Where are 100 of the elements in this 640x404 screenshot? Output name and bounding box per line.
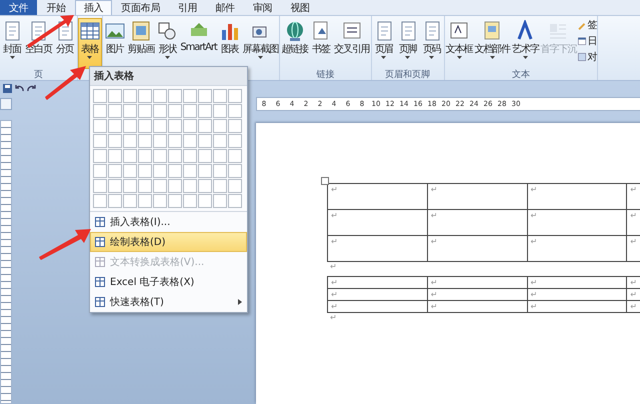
grid-cell[interactable] [213,119,227,133]
ribbon-button[interactable]: 图表 [218,18,242,69]
grid-cell[interactable] [153,104,167,118]
save-icon[interactable] [3,84,12,93]
ribbon-button[interactable]: 书签 [309,18,334,69]
menu-item[interactable]: 绘制表格(D) [90,232,247,252]
redo-icon[interactable] [27,84,36,93]
ribbon-tab[interactable]: 文件 [0,0,38,15]
grid-cell[interactable] [183,89,197,103]
grid-cell[interactable] [108,89,122,103]
ribbon-button[interactable]: 页脚 [396,18,420,69]
grid-cell[interactable] [93,134,107,148]
grid-cell[interactable] [213,89,227,103]
ribbon-button[interactable]: 形状 [155,18,180,69]
grid-cell[interactable] [138,119,152,133]
grid-cell[interactable] [213,134,227,148]
ribbon-tab[interactable]: 页面布局 [112,0,170,15]
grid-cell[interactable] [198,194,212,208]
grid-cell[interactable] [123,104,137,118]
grid-cell[interactable] [198,179,212,193]
grid-cell[interactable] [93,179,107,193]
grid-cell[interactable] [153,179,167,193]
grid-cell[interactable] [93,119,107,133]
grid-cell[interactable] [108,179,122,193]
grid-cell[interactable] [183,134,197,148]
grid-cell[interactable] [153,149,167,163]
ribbon-tab[interactable]: 视图 [281,0,319,15]
grid-cell[interactable] [123,119,137,133]
grid-cell[interactable] [228,149,242,163]
grid-cell[interactable] [228,179,242,193]
grid-cell[interactable] [183,179,197,193]
grid-cell[interactable] [123,179,137,193]
grid-cell[interactable] [168,134,182,148]
grid-cell[interactable] [108,134,122,148]
grid-cell[interactable] [183,119,197,133]
grid-cell[interactable] [168,149,182,163]
ribbon-button[interactable]: 文本框 [444,18,474,69]
grid-cell[interactable] [228,104,242,118]
grid-cell[interactable] [108,194,122,208]
grid-cell[interactable] [168,89,182,103]
grid-cell[interactable] [108,149,122,163]
grid-cell[interactable] [228,164,242,178]
grid-cell[interactable] [153,89,167,103]
ribbon-tab[interactable]: 审阅 [244,0,282,15]
ribbon-button[interactable]: 超链接 [280,18,310,69]
ribbon-tab[interactable]: 开始 [37,0,75,15]
grid-cell[interactable] [228,89,242,103]
grid-cell[interactable] [228,194,242,208]
ribbon-button[interactable]: 图片 [102,18,127,69]
ribbon-button[interactable]: 交叉引用 [333,18,371,69]
ribbon-small-button[interactable]: 对 [577,50,598,64]
grid-cell[interactable] [198,104,212,118]
ribbon-tab[interactable]: 引用 [169,0,206,15]
grid-cell[interactable] [198,134,212,148]
grid-cell[interactable] [138,104,152,118]
grid-cell[interactable] [138,149,152,163]
grid-cell[interactable] [228,134,242,148]
grid-cell[interactable] [138,89,152,103]
grid-cell[interactable] [168,179,182,193]
grid-cell[interactable] [213,194,227,208]
tab-selector[interactable] [0,98,12,110]
grid-cell[interactable] [108,119,122,133]
grid-cell[interactable] [153,134,167,148]
grid-cell[interactable] [93,149,107,163]
grid-cell[interactable] [183,194,197,208]
ribbon-small-button[interactable]: 日 [577,34,598,48]
grid-cell[interactable] [108,104,122,118]
grid-cell[interactable] [183,104,197,118]
ribbon-button[interactable]: 文档部件 [473,18,511,69]
grid-cell[interactable] [138,194,152,208]
grid-cell[interactable] [153,194,167,208]
ribbon-tab[interactable]: 邮件 [206,0,244,15]
grid-cell[interactable] [198,149,212,163]
undo-icon[interactable] [15,84,24,93]
ribbon-button[interactable]: 剪贴画 [126,18,156,69]
grid-cell[interactable] [93,194,107,208]
grid-cell[interactable] [123,149,137,163]
grid-cell[interactable] [213,164,227,178]
grid-cell[interactable] [198,89,212,103]
grid-cell[interactable] [123,134,137,148]
grid-cell[interactable] [93,164,107,178]
grid-cell[interactable] [138,164,152,178]
ribbon-button[interactable]: 页码 [420,18,444,69]
grid-cell[interactable] [198,119,212,133]
table-move-handle[interactable] [321,177,329,185]
grid-cell[interactable] [228,119,242,133]
ribbon-button[interactable]: 艺术字 [510,18,540,69]
ribbon-button[interactable]: 页眉 [372,18,396,69]
menu-item[interactable]: 插入表格(I)... [90,212,247,232]
grid-cell[interactable] [213,149,227,163]
ribbon-small-button[interactable]: 签 [577,18,598,32]
grid-cell[interactable] [93,89,107,103]
menu-item[interactable]: Excel 电子表格(X) [90,272,247,292]
grid-cell[interactable] [213,104,227,118]
grid-cell[interactable] [168,164,182,178]
ribbon-button[interactable]: SmartArt [179,18,218,69]
grid-cell[interactable] [183,164,197,178]
grid-cell[interactable] [198,164,212,178]
grid-cell[interactable] [93,104,107,118]
grid-cell[interactable] [168,104,182,118]
